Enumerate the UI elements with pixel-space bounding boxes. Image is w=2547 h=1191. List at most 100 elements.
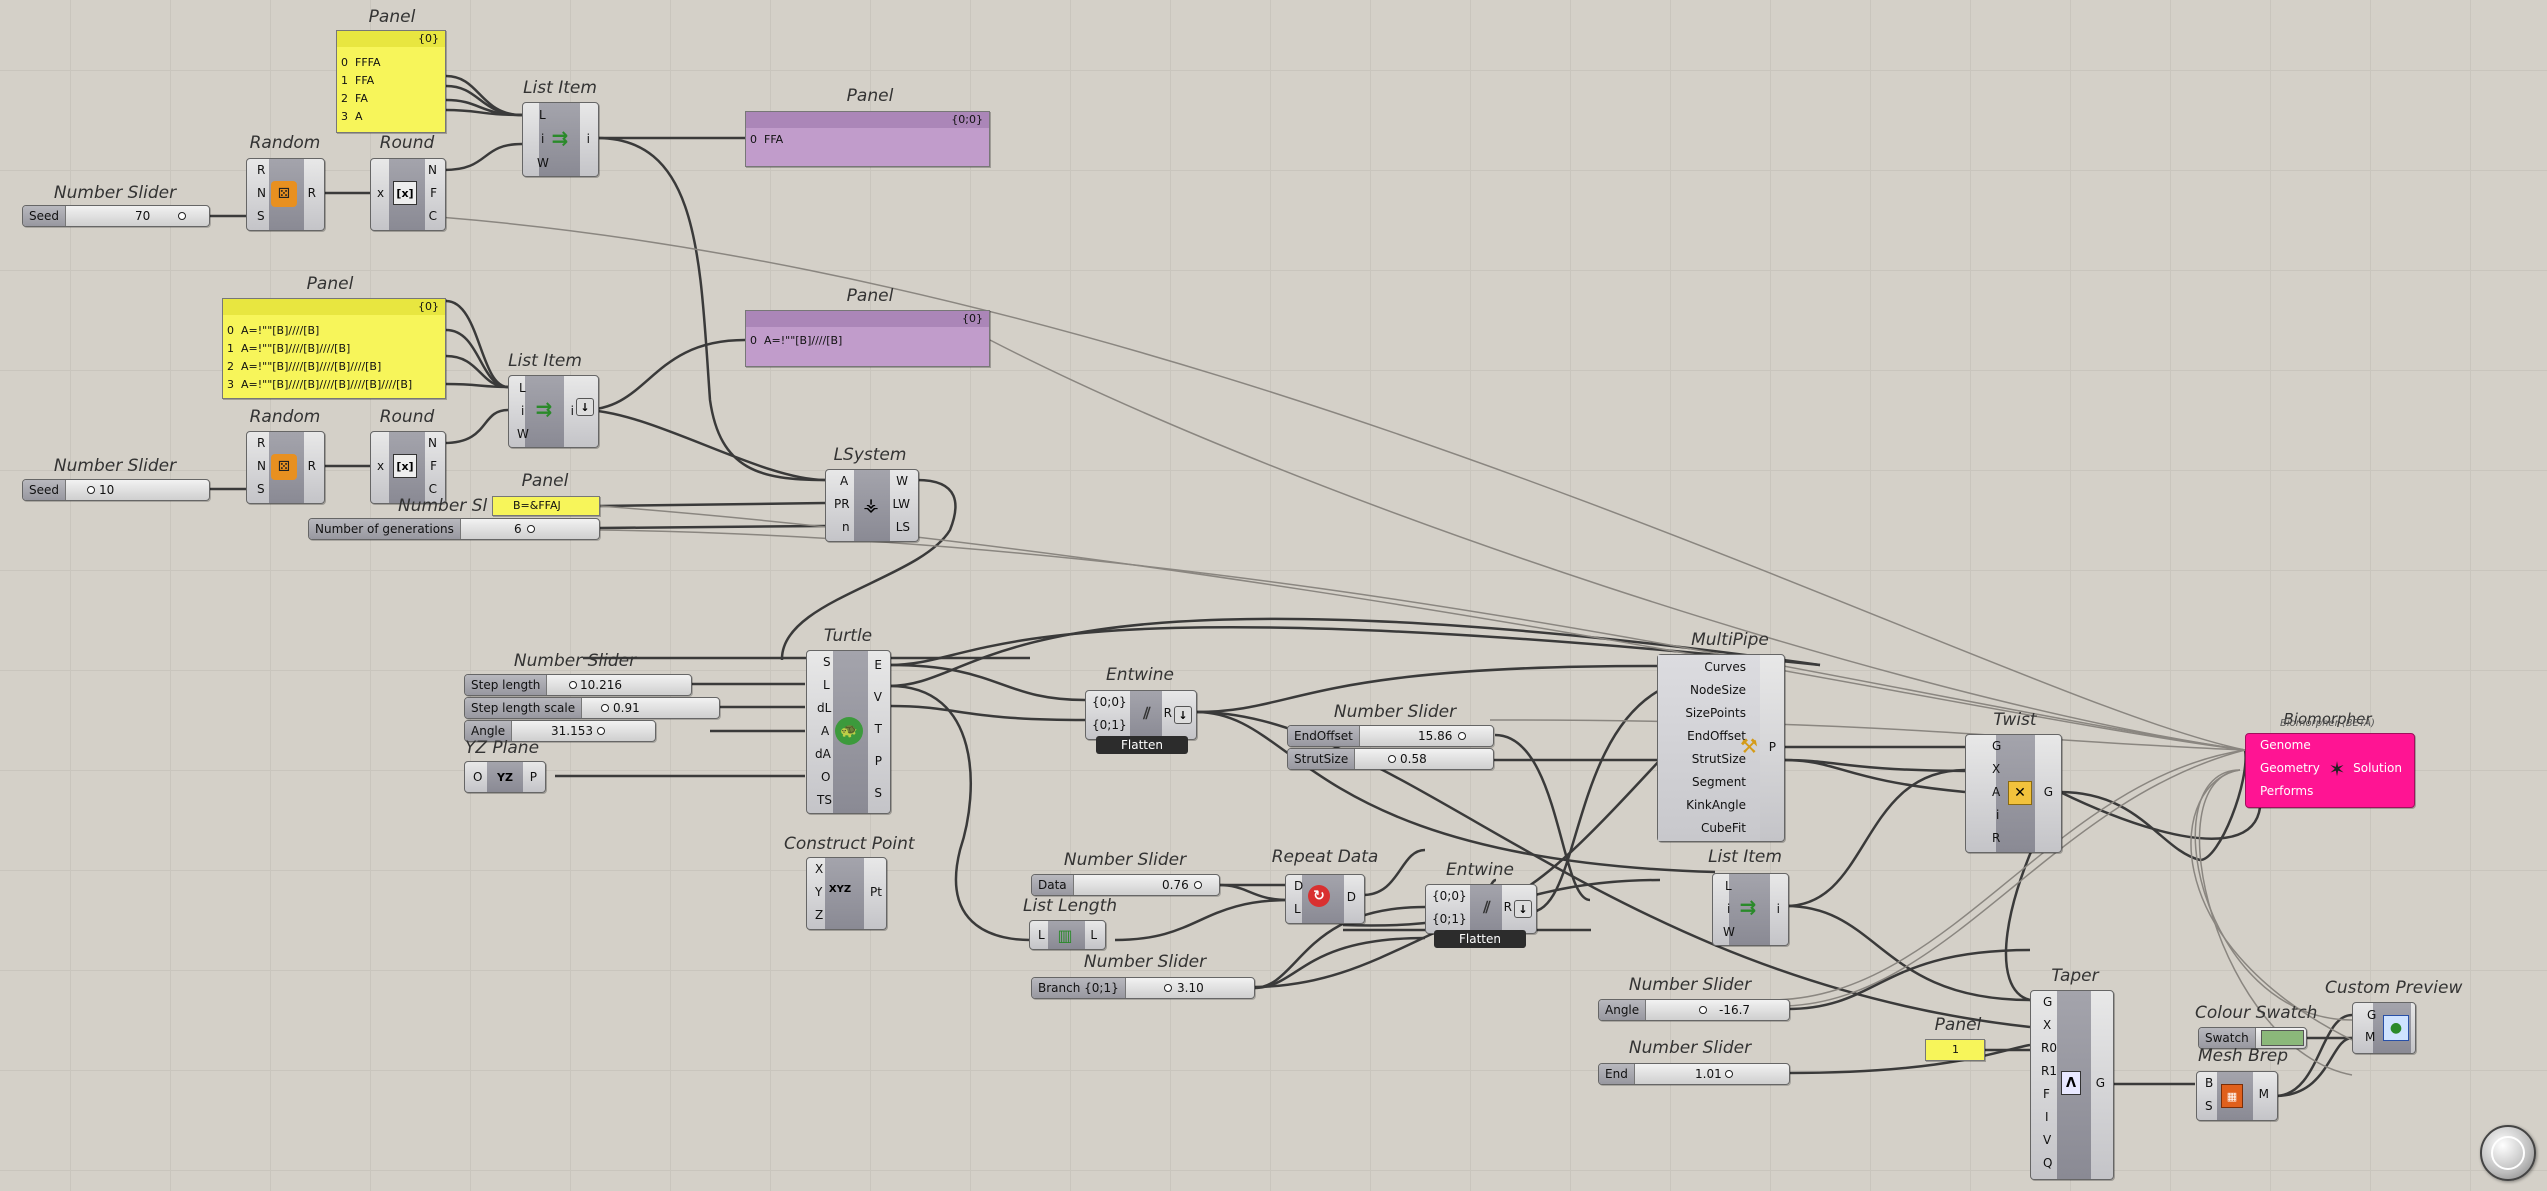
input-port[interactable]: {0;0}	[1092, 694, 1127, 710]
slider-grip[interactable]	[87, 486, 95, 494]
seed-slider[interactable]: Seed 10	[22, 479, 210, 501]
input-port[interactable]: Curves	[1704, 659, 1746, 675]
input-port[interactable]: D	[1294, 878, 1303, 894]
slider-grip[interactable]	[1164, 984, 1172, 992]
input-port[interactable]: TS	[817, 792, 832, 808]
output-port[interactable]: T	[875, 721, 882, 737]
input-port[interactable]: R0	[2041, 1040, 2057, 1056]
input-port[interactable]: R	[257, 435, 265, 451]
input-port[interactable]: A	[840, 473, 848, 489]
input-port[interactable]: {0;1}	[1092, 717, 1127, 733]
output-port[interactable]: P	[530, 769, 537, 785]
input-port[interactable]: A	[1992, 784, 2000, 800]
output-port[interactable]: W	[896, 473, 908, 489]
entwine-component[interactable]: {0;0} {0;1} R ⫽ ↓	[1425, 884, 1537, 934]
output-port[interactable]: E	[874, 657, 882, 673]
input-port[interactable]: W	[1723, 924, 1735, 940]
list-item-component[interactable]: L i W i ⇉ ↓	[508, 375, 599, 448]
input-port[interactable]: CubeFit	[1701, 820, 1746, 836]
swatch-color[interactable]	[2261, 1030, 2304, 1046]
output-port[interactable]: G	[2044, 784, 2053, 800]
output-port[interactable]: C	[429, 481, 437, 497]
input-port[interactable]: i	[521, 403, 524, 419]
input-port[interactable]: R	[1992, 830, 2000, 846]
output-port[interactable]: S	[874, 785, 882, 801]
input-port[interactable]: V	[2043, 1132, 2051, 1148]
input-port[interactable]: L	[539, 107, 546, 123]
slider-grip[interactable]	[601, 704, 609, 712]
input-port[interactable]: N	[257, 458, 266, 474]
input-port[interactable]: x	[377, 185, 384, 201]
output-port[interactable]: i	[571, 403, 574, 419]
input-port[interactable]: S	[823, 654, 831, 670]
output-port[interactable]: R	[308, 185, 316, 201]
endoffset-slider[interactable]: EndOffset 15.86	[1287, 725, 1494, 747]
input-port[interactable]: Segment	[1692, 774, 1746, 790]
input-port[interactable]: dL	[817, 700, 831, 716]
step-length-scale-slider[interactable]: Step length scale 0.91	[464, 697, 720, 719]
input-port[interactable]: L	[1038, 927, 1045, 943]
slider-grip[interactable]	[178, 212, 186, 220]
generations-slider[interactable]: Number of generations 6	[308, 518, 600, 540]
output-port[interactable]: R	[1164, 705, 1172, 721]
input-port[interactable]: {0;0}	[1432, 888, 1467, 904]
input-port[interactable]: dA	[815, 746, 831, 762]
slider-grip[interactable]	[569, 681, 577, 689]
input-port[interactable]: N	[257, 185, 266, 201]
output-port[interactable]: F	[430, 185, 437, 201]
input-port[interactable]: R	[257, 162, 265, 178]
input-port[interactable]: NodeSize	[1690, 682, 1746, 698]
input-port[interactable]: X	[1992, 761, 2000, 777]
slider-grip[interactable]	[1194, 881, 1202, 889]
input-port[interactable]: {0;1}	[1432, 911, 1467, 927]
taper-component[interactable]: G X R0 R1 F I V Q G Λ	[2030, 990, 2114, 1180]
output-port[interactable]: P	[875, 753, 882, 769]
panel-output-1[interactable]: {0;0} 0 FFA	[745, 111, 990, 167]
output-port[interactable]: P	[1769, 739, 1776, 755]
slider-grip[interactable]	[1725, 1070, 1733, 1078]
input-port[interactable]: Y	[815, 884, 822, 900]
output-port[interactable]: LS	[896, 519, 910, 535]
input-port[interactable]: i	[1996, 807, 1999, 823]
output-port[interactable]: L	[1090, 927, 1097, 943]
random-component[interactable]: R N S R ⚄	[246, 158, 325, 231]
input-port[interactable]: L	[519, 380, 526, 396]
biomorpher-component[interactable]: Genome Geometry Performs Solution ✶	[2245, 733, 2415, 808]
strutsize-slider[interactable]: StrutSize 0.58	[1287, 748, 1494, 770]
custom-preview-component[interactable]: G M ●	[2352, 1002, 2416, 1054]
seed-slider[interactable]: Seed 70	[22, 205, 210, 227]
panel-output-2[interactable]: {0} 0 A=!""[B]////[B]	[745, 310, 990, 367]
slider-grip[interactable]	[1388, 755, 1396, 763]
input-port[interactable]: L	[823, 677, 830, 693]
input-port[interactable]: I	[2045, 1109, 2049, 1125]
output-port[interactable]: LW	[893, 496, 910, 512]
slider-grip[interactable]	[597, 727, 605, 735]
output-port[interactable]: V	[874, 689, 882, 705]
output-port[interactable]: i	[587, 131, 590, 147]
round-component[interactable]: x N F C [x]	[370, 431, 446, 504]
input-port[interactable]: R1	[2041, 1063, 2057, 1079]
input-port[interactable]: O	[821, 769, 830, 785]
input-port[interactable]: L	[1725, 878, 1732, 894]
input-port[interactable]: X	[815, 861, 823, 877]
input-port[interactable]: G	[2367, 1007, 2376, 1023]
input-port[interactable]: M	[2365, 1029, 2375, 1045]
slider-grip[interactable]	[1458, 732, 1466, 740]
slider-grip[interactable]	[1699, 1006, 1707, 1014]
end-slider[interactable]: End 1.01	[1598, 1063, 1790, 1085]
random-component[interactable]: R N S R ⚄	[246, 431, 325, 504]
output-port[interactable]: G	[2096, 1075, 2105, 1091]
construct-point-component[interactable]: X Y Z Pt XYZ	[806, 857, 887, 930]
mesh-brep-component[interactable]: B S M ▦	[2196, 1071, 2278, 1121]
input-port[interactable]: i	[541, 131, 544, 147]
input-port[interactable]: x	[377, 458, 384, 474]
output-port[interactable]: D	[1347, 889, 1356, 905]
input-port[interactable]: KinkAngle	[1686, 797, 1746, 813]
output-port[interactable]: C	[429, 208, 437, 224]
input-port[interactable]: S	[257, 481, 265, 497]
input-port[interactable]: Z	[815, 907, 823, 923]
output-port[interactable]: Pt	[870, 884, 882, 900]
step-length-slider[interactable]: Step length 10.216	[464, 674, 692, 696]
output-port[interactable]: i	[1777, 901, 1780, 917]
input-port[interactable]: B	[2205, 1075, 2213, 1091]
